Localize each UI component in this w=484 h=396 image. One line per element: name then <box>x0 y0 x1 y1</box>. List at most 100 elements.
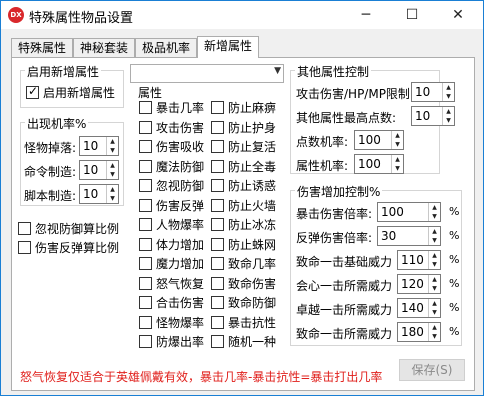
checkbox-box[interactable] <box>139 179 152 192</box>
tab-special-attrs[interactable]: 特殊属性 <box>11 38 73 58</box>
close-button[interactable]: ✕ <box>435 1 481 29</box>
checkbox-box[interactable] <box>139 218 152 231</box>
checkbox-box[interactable] <box>139 296 152 309</box>
max-points-value[interactable]: 10 <box>415 109 430 123</box>
checkbox-box[interactable] <box>139 335 152 348</box>
point-rate-spinner[interactable]: 100 ▲ ▼ <box>354 130 404 150</box>
checkbox-box[interactable] <box>211 159 224 173</box>
damage-row-value[interactable]: 30 <box>381 229 396 243</box>
tab-new-attrs[interactable]: 新增属性 <box>197 36 259 58</box>
attribute-label: 伤害反弹 <box>156 198 205 213</box>
checkbox-box[interactable] <box>211 198 224 212</box>
damage-row-spinner[interactable]: 110 ▲ ▼ <box>397 250 441 270</box>
spin-up-icon[interactable]: ▲ <box>429 251 440 260</box>
damage-row-spinner[interactable]: 30 ▲ ▼ <box>377 226 441 246</box>
script-make-value[interactable]: 10 <box>83 187 98 201</box>
checkbox-box[interactable] <box>139 237 152 251</box>
checkbox-box[interactable] <box>211 237 224 251</box>
spin-down-icon[interactable]: ▼ <box>429 284 440 293</box>
checkbox-box[interactable] <box>211 101 224 114</box>
damage-row-label: 卓越一击所需威力 <box>296 303 393 317</box>
damage-row-spinner[interactable]: 140 ▲ ▼ <box>397 298 441 318</box>
spin-up-icon[interactable]: ▲ <box>429 299 440 308</box>
tab-rare-rate[interactable]: 极品机率 <box>135 38 197 58</box>
percent-unit: % <box>449 229 460 242</box>
damage-row-value[interactable]: 140 <box>401 301 424 315</box>
spin-down-icon[interactable]: ▼ <box>429 308 440 317</box>
checkbox-box[interactable] <box>139 140 152 153</box>
damage-row-spinner[interactable]: 100 ▲ ▼ <box>377 202 441 222</box>
atk-hp-mp-limit-value[interactable]: 10 <box>415 85 430 99</box>
damage-row-value[interactable]: 110 <box>401 253 424 267</box>
checkbox-box[interactable] <box>211 276 224 290</box>
spin-up-icon[interactable]: ▲ <box>429 323 440 332</box>
other-attrs-group: 其他属性控制 攻击伤害/HP/MP限制: 10 ▲ ▼ 其他属性最高点数: 10 … <box>290 63 455 174</box>
spin-down-icon[interactable]: ▼ <box>107 170 118 179</box>
spin-up-icon[interactable]: ▲ <box>443 83 454 92</box>
atk-hp-mp-limit-spinner[interactable]: 10 ▲ ▼ <box>411 82 455 102</box>
attr-rate-spinner[interactable]: 100 ▲ ▼ <box>354 154 404 174</box>
checkbox-box[interactable] <box>211 140 224 153</box>
attribute-dropdown[interactable]: ▼ <box>130 64 284 83</box>
monster-drop-spinner[interactable]: 10 ▲ ▼ <box>79 136 119 156</box>
save-button[interactable]: 保存(S) <box>399 359 465 381</box>
spin-down-icon[interactable]: ▼ <box>429 236 440 245</box>
checkbox-box[interactable] <box>139 159 152 173</box>
minimize-button[interactable]: ─ <box>343 1 389 29</box>
spin-down-icon[interactable]: ▼ <box>443 116 454 125</box>
checkbox-box[interactable] <box>211 296 224 309</box>
spin-down-icon[interactable]: ▼ <box>107 194 118 203</box>
command-make-spinner[interactable]: 10 ▲ ▼ <box>79 160 119 180</box>
attribute-label: 防止麻痹 <box>228 101 277 115</box>
checkbox-box[interactable] <box>211 257 224 270</box>
attribute-label: 怪物爆率 <box>156 315 205 330</box>
max-points-spinner[interactable]: 10 ▲ ▼ <box>411 106 455 126</box>
damage-row-value[interactable]: 100 <box>381 205 404 219</box>
spin-down-icon[interactable]: ▼ <box>107 146 118 155</box>
chevron-down-icon[interactable]: ▼ <box>274 66 281 76</box>
spin-up-icon[interactable]: ▲ <box>107 137 118 146</box>
spin-down-icon[interactable]: ▼ <box>392 164 403 173</box>
other-attrs-legend: 其他属性控制 <box>295 63 372 80</box>
checkbox-box[interactable] <box>139 120 152 134</box>
checkbox-box[interactable] <box>18 222 31 235</box>
spin-down-icon[interactable]: ▼ <box>392 140 403 149</box>
spin-up-icon[interactable]: ▲ <box>429 203 440 212</box>
spin-up-icon[interactable]: ▲ <box>429 275 440 284</box>
spin-up-icon[interactable]: ▲ <box>107 185 118 194</box>
damage-row-spinner[interactable]: 180 ▲ ▼ <box>397 322 441 342</box>
spin-down-icon[interactable]: ▼ <box>429 212 440 221</box>
checkbox-box[interactable] <box>211 335 224 348</box>
checkbox-box[interactable] <box>211 218 224 231</box>
command-make-value[interactable]: 10 <box>83 163 98 177</box>
spin-up-icon[interactable]: ▲ <box>107 161 118 170</box>
attribute-label: 攻击伤害 <box>156 120 205 135</box>
enable-checkbox-box[interactable] <box>26 84 39 99</box>
spin-up-icon[interactable]: ▲ <box>443 107 454 116</box>
script-make-spinner[interactable]: 10 ▲ ▼ <box>79 184 119 204</box>
spin-down-icon[interactable]: ▼ <box>429 260 440 269</box>
spin-down-icon[interactable]: ▼ <box>429 332 440 341</box>
script-make-label: 脚本制造: <box>24 189 77 203</box>
spin-up-icon[interactable]: ▲ <box>429 227 440 236</box>
maximize-button[interactable]: ☐ <box>389 1 435 29</box>
tab-mystery-set[interactable]: 神秘套装 <box>73 38 135 58</box>
checkbox-box[interactable] <box>211 120 224 134</box>
attr-rate-value[interactable]: 100 <box>358 157 381 171</box>
spin-down-icon[interactable]: ▼ <box>443 92 454 101</box>
spin-up-icon[interactable]: ▲ <box>392 155 403 164</box>
checkbox-box[interactable] <box>211 315 224 329</box>
spin-up-icon[interactable]: ▲ <box>392 131 403 140</box>
checkbox-box[interactable] <box>139 276 152 290</box>
damage-row-spinner[interactable]: 120 ▲ ▼ <box>397 274 441 294</box>
damage-row-value[interactable]: 120 <box>401 277 424 291</box>
checkbox-box[interactable] <box>139 257 152 270</box>
damage-row-value[interactable]: 180 <box>401 325 424 339</box>
checkbox-box[interactable] <box>139 101 152 114</box>
checkbox-box[interactable] <box>211 179 224 192</box>
monster-drop-value[interactable]: 10 <box>83 139 98 153</box>
checkbox-box[interactable] <box>139 198 152 212</box>
point-rate-value[interactable]: 100 <box>358 133 381 147</box>
checkbox-box[interactable] <box>18 241 31 254</box>
checkbox-box[interactable] <box>139 315 152 329</box>
